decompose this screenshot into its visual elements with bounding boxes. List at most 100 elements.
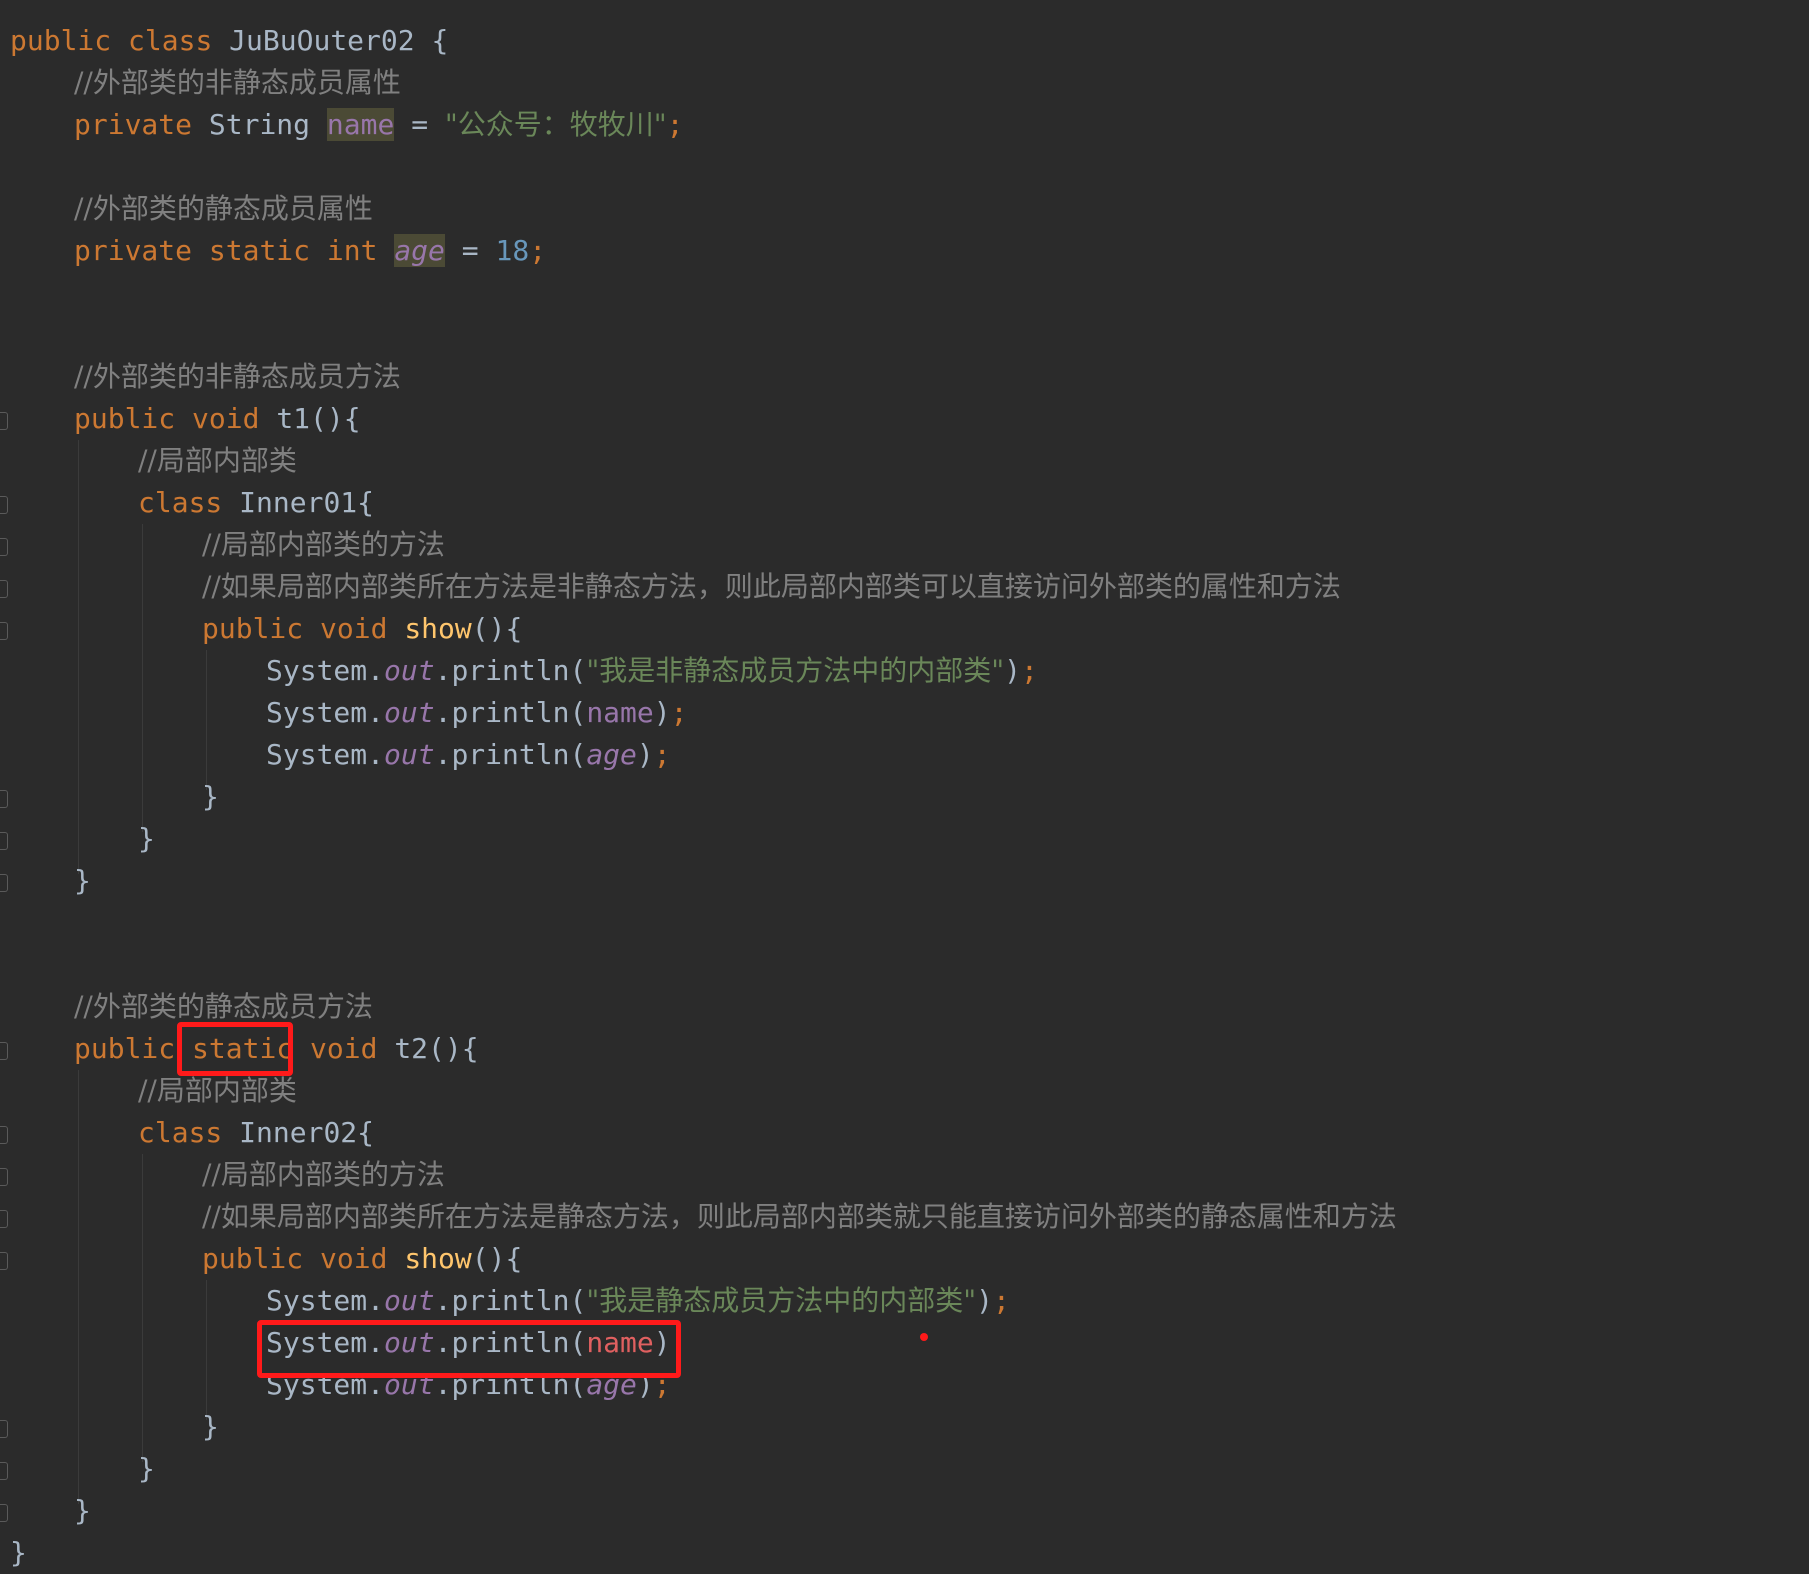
code-line[interactable]: } [138, 818, 155, 860]
brace: { [431, 24, 449, 57]
code-line[interactable]: private String name = "公众号：牧牧川"; [74, 104, 684, 146]
keyword: public [10, 24, 112, 57]
code-comment[interactable]: //局部内部类 [138, 440, 297, 482]
operator: = [411, 108, 429, 141]
keyword: public [202, 612, 304, 645]
indent-guide [142, 1154, 143, 1462]
string-literal: "我是非静态成员方法中的内部类" [586, 654, 1005, 687]
system-ref: System. [266, 654, 385, 687]
close-paren: ) [1004, 654, 1021, 687]
method-call: .println( [434, 654, 587, 687]
code-comment[interactable]: //如果局部内部类所在方法是静态方法，则此局部内部类就只能直接访问外部类的静态属… [202, 1196, 1397, 1238]
fold-icon[interactable] [0, 1504, 8, 1522]
annotation-dot [920, 1333, 928, 1341]
fold-icon[interactable] [0, 1042, 8, 1060]
field-ref: name [586, 696, 654, 729]
close-paren: ) [653, 696, 671, 729]
keyword: public [202, 1242, 304, 1275]
fold-icon[interactable] [0, 496, 8, 514]
keyword: class [138, 486, 223, 519]
code-line[interactable]: } [74, 860, 91, 902]
method-call: .println( [434, 696, 587, 729]
keyword: public [74, 1032, 176, 1065]
fold-icon[interactable] [0, 1252, 8, 1270]
system-ref: System. [266, 1284, 385, 1317]
gutter [0, 0, 10, 1570]
code-line[interactable]: public void t1(){ [74, 398, 361, 440]
code-line[interactable]: public class JuBuOuter02 { [10, 20, 448, 62]
static-field-ref: out [384, 738, 435, 771]
class-name: Inner02 [239, 1116, 358, 1149]
code-line[interactable]: } [138, 1448, 155, 1490]
number-literal: 18 [495, 234, 530, 267]
code-comment[interactable]: //局部内部类的方法 [202, 524, 445, 566]
annotation-box-error-line [257, 1320, 681, 1378]
comment-text: //局部内部类的方法 [202, 528, 445, 561]
code-line[interactable]: System.out.println("我是静态成员方法中的内部类"); [266, 1280, 1010, 1322]
code-line[interactable]: private static int age = 18; [74, 230, 546, 272]
parens: (){ [310, 402, 361, 435]
brace: } [202, 1410, 219, 1443]
type-name: String [208, 108, 311, 141]
code-comment[interactable]: //局部内部类 [138, 1070, 297, 1112]
method-call: .println( [434, 1284, 587, 1317]
fold-icon[interactable] [0, 1420, 8, 1438]
comment-text: //外部类的非静态成员方法 [74, 360, 401, 393]
code-line[interactable]: } [202, 1406, 219, 1448]
keyword: void [320, 612, 388, 645]
static-field-ref: out [384, 696, 435, 729]
parens: (){ [428, 1032, 479, 1065]
semicolon: ; [529, 234, 547, 267]
code-line[interactable]: } [74, 1490, 91, 1532]
static-field-ref: out [384, 654, 435, 687]
comment-text: //外部类的非静态成员属性 [74, 66, 401, 99]
fold-icon[interactable] [0, 874, 8, 892]
operator: = [461, 234, 479, 267]
code-line[interactable]: System.out.println("我是非静态成员方法中的内部类"); [266, 650, 1038, 692]
keyword: void [320, 1242, 388, 1275]
keyword: void [310, 1032, 378, 1065]
string-literal: "公众号：牧牧川" [444, 108, 667, 141]
code-line[interactable]: public void show(){ [202, 1238, 522, 1280]
close-paren: ) [636, 738, 654, 771]
code-line[interactable]: class Inner02{ [138, 1112, 374, 1154]
code-comment[interactable]: //外部类的静态成员属性 [74, 188, 373, 230]
code-line[interactable]: System.out.println(name); [266, 692, 687, 734]
fold-icon[interactable] [0, 538, 8, 556]
fold-icon[interactable] [0, 622, 8, 640]
method-name: t2 [394, 1032, 429, 1065]
indent-guide [206, 650, 207, 790]
keyword: public [74, 402, 176, 435]
code-comment[interactable]: //如果局部内部类所在方法是非静态方法，则此局部内部类可以直接访问外部类的属性和… [202, 566, 1341, 608]
fold-icon[interactable] [0, 1168, 8, 1186]
static-field-ref: out [384, 1284, 435, 1317]
brace: } [74, 1494, 91, 1527]
fold-icon[interactable] [0, 1210, 8, 1228]
keyword: private [74, 108, 193, 141]
fold-icon[interactable] [0, 832, 8, 850]
method-name: t1 [276, 402, 311, 435]
brace: { [357, 1116, 375, 1149]
brace: } [74, 864, 91, 897]
code-comment[interactable]: //外部类的非静态成员属性 [74, 62, 401, 104]
code-line[interactable]: public void show(){ [202, 608, 522, 650]
code-comment[interactable]: //局部内部类的方法 [202, 1154, 445, 1196]
fold-icon[interactable] [0, 790, 8, 808]
semicolon: ; [670, 696, 688, 729]
code-comment[interactable]: //外部类的非静态成员方法 [74, 356, 401, 398]
brace: } [138, 822, 155, 855]
comment-text: //如果局部内部类所在方法是静态方法，则此局部内部类就只能直接访问外部类的静态属… [202, 1200, 1397, 1233]
fold-icon[interactable] [0, 1462, 8, 1480]
code-editor[interactable]: public class JuBuOuter02 { //外部类的非静态成员属性… [0, 0, 1809, 1570]
method-name: show [404, 1242, 472, 1275]
keyword: class [138, 1116, 223, 1149]
code-line[interactable]: } [10, 1532, 27, 1574]
indent-guide [78, 440, 79, 874]
code-line[interactable]: class Inner01{ [138, 482, 374, 524]
fold-icon[interactable] [0, 1126, 8, 1144]
keyword: private [74, 234, 193, 267]
fold-icon[interactable] [0, 580, 8, 598]
code-line[interactable]: System.out.println(age); [266, 734, 671, 776]
fold-icon[interactable] [0, 412, 8, 430]
code-line[interactable]: } [202, 776, 219, 818]
